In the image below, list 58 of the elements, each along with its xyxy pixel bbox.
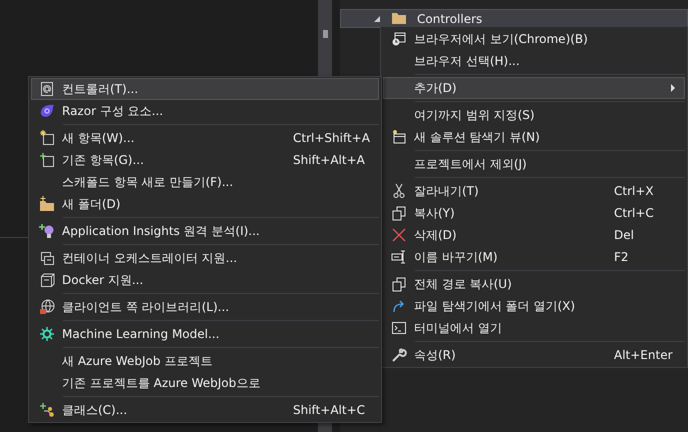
menu-item[interactable]: 새 항목(W)... Ctrl+Shift+A — [31, 127, 379, 149]
at-sign-document-icon — [39, 81, 55, 97]
shortcut-text: Shift+Alt+C — [293, 403, 366, 417]
menu-item[interactable]: Docker 지원... — [31, 269, 379, 291]
lightbulb-icon — [39, 223, 55, 239]
shortcut-text: Ctrl+X — [614, 184, 655, 198]
menu-item[interactable]: 새 폴더(D) — [31, 193, 379, 215]
new-folder-icon — [39, 196, 55, 212]
menu-item[interactable]: 프로젝트에서 제외(J) — [383, 153, 685, 175]
menu-item[interactable]: 여기까지 범위 지정(S) — [383, 104, 685, 126]
box-icon — [39, 272, 55, 288]
menu-item[interactable]: 복사(Y) Ctrl+C — [383, 202, 685, 224]
menu-item[interactable]: Application Insights 원격 분석(I)... — [31, 220, 379, 242]
new-window-icon — [391, 129, 407, 145]
menu-item[interactable]: Razor 구성 요소... — [31, 100, 379, 122]
menu-item[interactable]: 터미널에서 열기 — [383, 317, 685, 339]
add-item-icon — [39, 152, 55, 168]
menu-item[interactable]: 클래스(C)... Shift+Alt+C — [31, 399, 379, 421]
menu-item[interactable]: 기존 프로젝트를 Azure WebJob으로 — [31, 372, 379, 394]
terminal-icon — [391, 320, 407, 336]
containers-icon — [39, 250, 55, 266]
menu-item[interactable]: 파일 탐색기에서 폴더 열기(X) — [383, 295, 685, 317]
menu-item[interactable]: 새 Azure WebJob 프로젝트 — [31, 350, 379, 372]
globe-icon — [39, 299, 55, 315]
shortcut-text: Shift+Alt+A — [293, 153, 366, 167]
menu-item[interactable]: Machine Learning Model... — [31, 323, 379, 345]
scissors-icon — [391, 183, 407, 199]
menu-item[interactable]: 이름 바꾸기(M) F2 — [383, 246, 685, 268]
shortcut-text: Ctrl+Shift+A — [293, 131, 371, 145]
gear-icon — [39, 326, 55, 342]
copy-icon — [391, 276, 407, 292]
menu-item[interactable]: 전체 경로 복사(U) — [383, 273, 685, 295]
menu-item[interactable]: 새 솔루션 탐색기 뷰(N) — [383, 126, 685, 148]
menu-item[interactable]: 속성(R) Alt+Enter — [383, 344, 685, 366]
class-icon — [39, 402, 55, 418]
shortcut-text: Alt+Enter — [614, 348, 674, 362]
menu-item[interactable]: 컨트롤러(T)... — [31, 78, 379, 100]
copy-icon — [391, 205, 407, 221]
menu-item[interactable]: 브라우저에서 보기(Chrome)(B) — [383, 28, 685, 50]
expander-icon[interactable] — [373, 14, 381, 22]
delete-icon — [391, 227, 407, 243]
menu-item[interactable]: 컨테이너 오케스트레이터 지원... — [31, 247, 379, 269]
browser-window-icon — [391, 31, 407, 47]
menu-item[interactable]: 브라우저 선택(H)... — [383, 50, 685, 72]
menu-item[interactable]: 스캐폴드 항목 새로 만들기(F)... — [31, 171, 379, 193]
menu-item[interactable]: 추가(D) — [383, 77, 685, 99]
tree-item[interactable]: Controllers — [340, 9, 688, 28]
razor-icon — [39, 103, 55, 119]
new-item-icon — [39, 130, 55, 146]
menu-item[interactable]: 삭제(D) Del — [383, 224, 685, 246]
menu-item[interactable]: 잘라내기(T) Ctrl+X — [383, 180, 685, 202]
rename-icon — [391, 249, 407, 265]
shortcut-text: F2 — [614, 250, 630, 264]
wrench-icon — [391, 347, 407, 363]
menu-item[interactable]: 클라이언트 쪽 라이브러리(L)... — [31, 296, 379, 318]
menu-item[interactable]: 기존 항목(G)... Shift+Alt+A — [31, 149, 379, 171]
shortcut-text: Ctrl+C — [614, 206, 655, 220]
shortcut-text: Del — [614, 228, 635, 242]
